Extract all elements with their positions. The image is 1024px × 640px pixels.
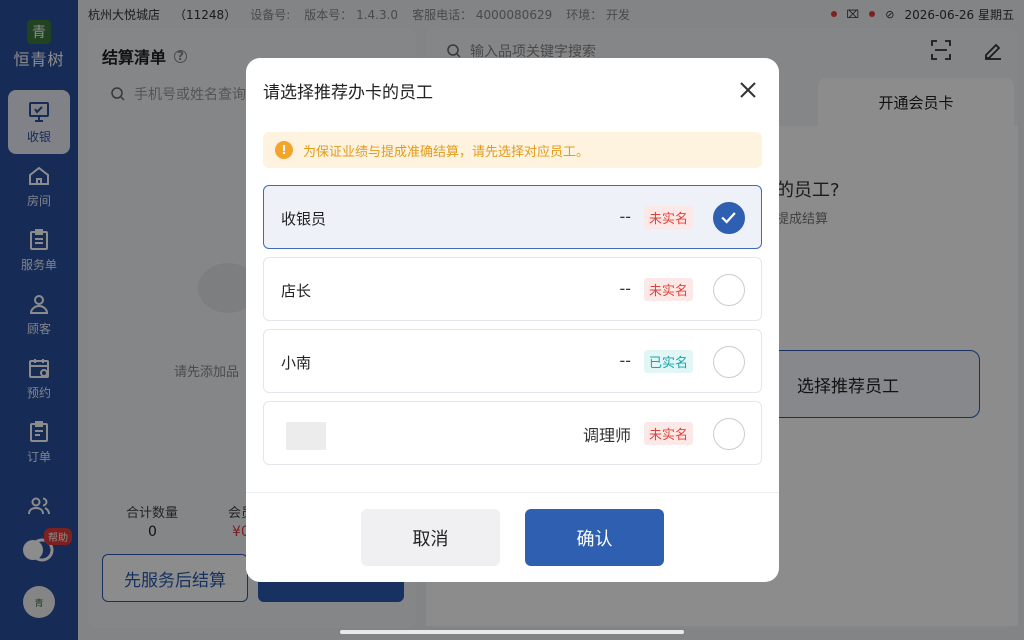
realname-tag: 已实名 <box>643 350 693 373</box>
realname-tag: 未实名 <box>643 278 693 301</box>
employee-row[interactable]: 调理师 未实名 <box>263 401 762 465</box>
employee-role: -- <box>619 207 631 226</box>
close-button[interactable] <box>736 78 760 102</box>
realname-tag: 未实名 <box>643 422 693 445</box>
employee-name: 小南 <box>281 354 312 372</box>
divider <box>246 492 779 493</box>
employee-row[interactable]: 收银员 -- 未实名 <box>263 185 762 249</box>
realname-tag: 未实名 <box>643 206 693 229</box>
home-indicator[interactable] <box>340 630 684 634</box>
employee-name-placeholder <box>286 422 326 450</box>
select-staff-modal: 请选择推荐办卡的员工 ! 为保证业绩与提成准确结算，请先选择对应员工。 收银员 … <box>246 58 779 582</box>
employee-name: 收银员 <box>281 210 327 228</box>
close-icon <box>740 82 756 98</box>
employee-row[interactable]: 店长 -- 未实名 <box>263 257 762 321</box>
employee-name: 店长 <box>281 282 312 300</box>
radio-unchecked[interactable] <box>713 346 745 378</box>
notice-banner: ! 为保证业绩与提成准确结算，请先选择对应员工。 <box>263 132 762 168</box>
confirm-button[interactable]: 确认 <box>525 509 664 566</box>
radio-unchecked[interactable] <box>713 274 745 306</box>
modal-title: 请选择推荐办卡的员工 <box>263 83 433 103</box>
radio-unchecked[interactable] <box>713 418 745 450</box>
employee-role: -- <box>619 351 631 370</box>
warning-icon: ! <box>275 141 293 159</box>
radio-checked[interactable] <box>713 202 745 234</box>
check-icon <box>721 212 736 224</box>
employee-row[interactable]: 小南 -- 已实名 <box>263 329 762 393</box>
employee-role: 调理师 <box>582 426 631 445</box>
cancel-button[interactable]: 取消 <box>361 509 500 566</box>
employee-role: -- <box>619 279 631 298</box>
notice-text: 为保证业绩与提成准确结算，请先选择对应员工。 <box>303 144 590 160</box>
